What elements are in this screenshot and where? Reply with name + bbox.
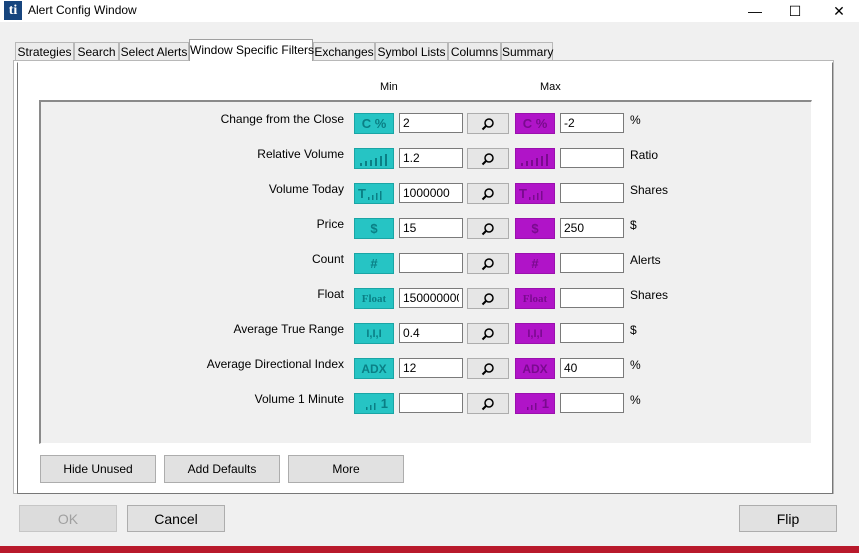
price-max-input[interactable]	[560, 218, 624, 238]
price-max-icon[interactable]: $	[515, 218, 555, 239]
tab-columns[interactable]: Columns	[448, 42, 501, 60]
volume-1-minute-min-input[interactable]	[399, 393, 463, 413]
adx-max-input[interactable]	[560, 358, 624, 378]
float-max-input[interactable]	[560, 288, 624, 308]
search-icon[interactable]	[467, 148, 509, 169]
volume-1-minute-max-input[interactable]	[560, 393, 624, 413]
filter-label: Count	[311, 252, 344, 266]
filter-label: Change from the Close	[220, 112, 344, 126]
volume-today-max-input[interactable]	[560, 183, 624, 203]
change-close-min-input[interactable]	[399, 113, 463, 133]
adx-min-icon[interactable]: ADX	[354, 358, 394, 379]
maximize-button[interactable]: ☐	[775, 0, 815, 22]
adx-max-icon[interactable]: ADX	[515, 358, 555, 379]
filter-unit: Shares	[630, 288, 669, 302]
float-max-icon[interactable]: Float	[515, 288, 555, 309]
close-button[interactable]: ✕	[819, 0, 859, 22]
relative-volume-min-input[interactable]	[399, 148, 463, 168]
filter-unit: $	[630, 323, 637, 337]
tab-strategies[interactable]: Strategies	[15, 42, 74, 60]
count-min-input[interactable]	[399, 253, 463, 273]
tab-symbol-lists[interactable]: Symbol Lists	[375, 42, 448, 60]
minimize-button[interactable]: —	[735, 0, 775, 22]
filter-unit: Shares	[630, 183, 669, 197]
search-icon[interactable]	[467, 113, 509, 134]
filter-label: Average Directional Index	[206, 357, 344, 371]
filter-label: Relative Volume	[257, 147, 344, 161]
change-close-min-icon[interactable]: C %	[354, 113, 394, 134]
tab-search[interactable]: Search	[74, 42, 119, 60]
filter-label: Volume 1 Minute	[254, 392, 344, 406]
filter-unit: %	[630, 113, 641, 127]
adx-min-input[interactable]	[399, 358, 463, 378]
filter-label: Float	[317, 287, 344, 301]
min-header: Min	[380, 81, 398, 93]
tab-select-alerts[interactable]: Select Alerts	[119, 42, 189, 60]
app-logo-icon: ti	[4, 1, 22, 20]
title-bar: ti Alert Config Window — ☐ ✕	[0, 0, 859, 22]
search-icon[interactable]	[467, 183, 509, 204]
count-min-icon[interactable]: #	[354, 253, 394, 274]
search-icon[interactable]	[467, 393, 509, 414]
float-min-input[interactable]	[399, 288, 463, 308]
filter-unit: Ratio	[630, 148, 659, 162]
volume-1-minute-max-icon[interactable]: 1	[515, 393, 555, 414]
average-true-range-max-icon[interactable]: I,I,I	[515, 323, 555, 344]
more-button[interactable]: More	[288, 455, 404, 483]
search-icon[interactable]	[467, 358, 509, 379]
relative-volume-max-icon[interactable]	[515, 148, 555, 169]
hide-unused-button[interactable]: Hide Unused	[40, 455, 156, 483]
count-max-icon[interactable]: #	[515, 253, 555, 274]
price-min-icon[interactable]: $	[354, 218, 394, 239]
filter-label: Price	[316, 217, 344, 231]
add-defaults-button[interactable]: Add Defaults	[164, 455, 280, 483]
float-min-icon[interactable]: Float	[354, 288, 394, 309]
volume-today-max-icon[interactable]: T	[515, 183, 555, 204]
average-true-range-min-icon[interactable]: I,I,I	[354, 323, 394, 344]
flip-button[interactable]: Flip	[739, 505, 837, 532]
search-icon[interactable]	[467, 253, 509, 274]
volume-today-min-icon[interactable]: T	[354, 183, 394, 204]
volume-today-min-input[interactable]	[399, 183, 463, 203]
search-icon[interactable]	[467, 288, 509, 309]
filter-unit: $	[630, 218, 637, 232]
window-title: Alert Config Window	[28, 3, 137, 17]
average-true-range-min-input[interactable]	[399, 323, 463, 343]
change-close-max-icon[interactable]: C %	[515, 113, 555, 134]
price-min-input[interactable]	[399, 218, 463, 238]
search-icon[interactable]	[467, 218, 509, 239]
relative-volume-min-icon[interactable]	[354, 148, 394, 169]
tab-window-specific-filters[interactable]: Window Specific Filters	[189, 39, 314, 61]
tab-exchanges[interactable]: Exchanges	[313, 42, 375, 60]
filter-label: Volume Today	[268, 182, 344, 196]
cancel-button[interactable]: Cancel	[127, 505, 225, 532]
ok-button[interactable]: OK	[19, 505, 117, 532]
filter-unit: Alerts	[630, 253, 661, 267]
filter-label: Average True Range	[233, 322, 344, 336]
max-header: Max	[540, 81, 561, 93]
filter-unit: %	[630, 358, 641, 372]
average-true-range-max-input[interactable]	[560, 323, 624, 343]
change-close-max-input[interactable]	[560, 113, 624, 133]
tab-summary[interactable]: Summary	[501, 42, 553, 60]
search-icon[interactable]	[467, 323, 509, 344]
volume-1-minute-min-icon[interactable]: 1	[354, 393, 394, 414]
count-max-input[interactable]	[560, 253, 624, 273]
filter-unit: %	[630, 393, 641, 407]
relative-volume-max-input[interactable]	[560, 148, 624, 168]
background-app-strip	[0, 546, 859, 553]
